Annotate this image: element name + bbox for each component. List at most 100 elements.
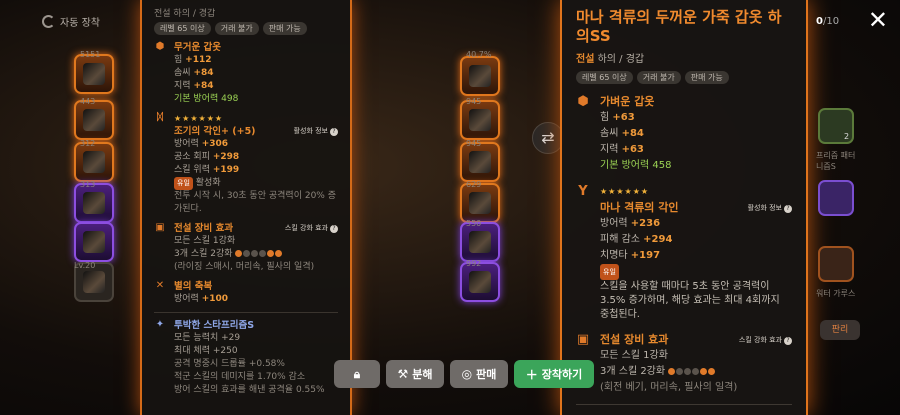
item-icon xyxy=(469,192,491,214)
stat-value: +236 xyxy=(630,218,661,229)
set-effect-icon: ▣ xyxy=(155,222,165,233)
engrave-title: 조기의 각인+ (+5) xyxy=(174,126,256,137)
stat-value: +63 xyxy=(621,144,644,155)
extra-line: 최대 체력 +250 xyxy=(174,346,238,356)
side-slot-label: 프리즘 패터니즘S xyxy=(816,151,856,171)
tag-row: 레벨 65 이상 거래 불가 판매 가능 xyxy=(576,71,792,84)
side-slot[interactable] xyxy=(818,246,854,282)
lock-button[interactable]: 🔒︎ xyxy=(334,360,380,388)
equip-slot[interactable] xyxy=(74,142,114,182)
help-icon: ? xyxy=(330,128,338,136)
stat-name: 방어력 xyxy=(174,294,199,304)
equip-button[interactable]: ＋ 장착하기 xyxy=(514,360,594,388)
slot-count: 992 xyxy=(466,259,482,268)
equipped-item-panel[interactable]: 전설 하의 / 경갑 레벨 65 이상 거래 불가 판매 가능 ⬢ 무거운 갑옷… xyxy=(140,0,352,415)
extra-line: 모든 능력치 +29 xyxy=(174,333,241,343)
item-icon xyxy=(83,231,105,253)
dismantle-button[interactable]: ⚒ 분해 xyxy=(386,360,444,388)
stat-name: 피해 감소 xyxy=(600,234,640,245)
activation-info-link[interactable]: 활성화 정보? xyxy=(748,200,792,216)
base-defense-value: 498 xyxy=(221,94,239,104)
armor-icon: ⬢ xyxy=(577,94,589,109)
armor-icon: ⬢ xyxy=(155,41,165,52)
grade-prefix: 전설 xyxy=(576,54,595,65)
help-icon: ? xyxy=(330,225,338,233)
engrave-stars: ★★★★★★ xyxy=(174,114,224,123)
inventory-slot[interactable] xyxy=(460,183,500,223)
unique-badge: 유일 xyxy=(600,264,619,280)
grade-line: 전설 하의 / 경갑 xyxy=(576,50,792,65)
enhance-dots xyxy=(668,366,716,377)
inventory-slot[interactable] xyxy=(460,222,500,262)
skill-boost-info-link[interactable]: 스킬 강화 효과? xyxy=(285,222,338,235)
skill-boost-info-link[interactable]: 스킬 강화 효과? xyxy=(739,332,792,348)
equip-slot[interactable] xyxy=(74,222,114,262)
tag-row: 레벨 65 이상 거래 불가 판매 가능 xyxy=(154,22,338,35)
stat-name: 방어력 xyxy=(174,139,199,149)
set-line-2: 3개 스킬 2강화 xyxy=(600,366,666,377)
divider xyxy=(154,312,338,313)
coin-icon: ◎ xyxy=(461,367,473,381)
inventory-slot[interactable] xyxy=(460,100,500,140)
engrave-title: 마나 격류의 각인 xyxy=(600,201,679,214)
slot-count: 945 xyxy=(466,97,482,106)
tag-level: 레벨 65 이상 xyxy=(576,71,633,84)
tag-level: 레벨 65 이상 xyxy=(154,22,211,35)
item-icon xyxy=(469,65,491,87)
side-slot-count: 2 xyxy=(844,132,850,141)
extra-line: 공격 명중시 드롭률 +0.58% xyxy=(174,359,285,369)
activation-info-link[interactable]: 활성화 정보? xyxy=(294,125,338,138)
equip-slot[interactable] xyxy=(74,183,114,223)
stat-name: 스킬 위력 xyxy=(174,165,210,175)
extra-line: 적군 스킬의 데미지를 1.70% 감소 xyxy=(174,372,306,382)
inventory-count: 0/10 xyxy=(816,16,839,27)
stat-value: +298 xyxy=(212,152,240,162)
slot-count: 40.7% xyxy=(466,50,492,59)
stat-value: +100 xyxy=(201,294,229,304)
sell-button[interactable]: ◎ 판매 xyxy=(450,360,508,388)
item-icon xyxy=(469,109,491,131)
inventory-count-current: 0 xyxy=(816,16,823,27)
auto-equip-label: 자동 장착 xyxy=(60,18,100,29)
stat-value: +306 xyxy=(201,139,229,149)
side-slot[interactable] xyxy=(818,180,854,216)
auto-equip-toggle[interactable]: 자동 장착 xyxy=(42,14,100,29)
skill-boost-info-label: 스킬 강화 효과 xyxy=(284,224,328,232)
set-effect-title: 전설 장비 효과 xyxy=(174,223,234,234)
slot-count: 313 xyxy=(80,180,96,189)
selected-item-panel[interactable]: 마나 격류의 두꺼운 가죽 갑옷 하의SS 전설 하의 / 경갑 레벨 65 이… xyxy=(560,0,808,415)
set-line-2: 3개 스킬 2강화 xyxy=(174,249,233,259)
blessing-title: 별의 축복 xyxy=(174,281,213,292)
engrave-section: Y ★★★★★★ 마나 격류의 각인 활성화 정보? 방어력 +236 피해 감… xyxy=(576,184,792,322)
armor-title: 가벼운 갑옷 xyxy=(600,95,655,108)
item-icon xyxy=(83,151,105,173)
set-line-1: 모든 스킬 1강화 xyxy=(600,350,668,361)
set-effect-section: ▣ 전설 장비 효과 스킬 강화 효과? 모든 스킬 1강화 3개 스킬 2강화… xyxy=(154,222,338,274)
engrave-icon: ᛞ xyxy=(157,112,163,123)
stat-value: +112 xyxy=(185,55,212,65)
inventory-slot[interactable] xyxy=(460,262,500,302)
dismantle-label: 분해 xyxy=(412,368,433,381)
plus-icon: ＋ xyxy=(525,367,538,382)
side-sell-button[interactable]: 판리 xyxy=(820,320,860,340)
refresh-icon xyxy=(42,15,55,28)
set-effect-section: ▣ 전설 장비 효과 스킬 강화 효과? 모든 스킬 1강화 3개 스킬 2강화… xyxy=(576,332,792,396)
set-effect-title: 전설 장비 효과 xyxy=(600,333,669,346)
stat-value: +84 xyxy=(193,81,214,91)
close-button[interactable]: ✕ xyxy=(868,8,888,32)
stat-name: 솜씨 xyxy=(174,68,191,78)
inventory-slot[interactable] xyxy=(460,142,500,182)
prism-icon: ✦ xyxy=(155,319,165,330)
slot-count: 945 xyxy=(466,139,482,148)
stat-name: 지력 xyxy=(174,81,191,91)
stat-value: +84 xyxy=(621,128,644,139)
set-line-1: 모든 스킬 1강화 xyxy=(174,236,236,246)
inventory-slot[interactable] xyxy=(460,56,500,96)
equip-label: 장착하기 xyxy=(541,368,583,381)
equip-slot[interactable] xyxy=(74,100,114,140)
stat-value: +84 xyxy=(193,68,214,78)
tag-sell: 판매 가능 xyxy=(684,71,729,84)
item-icon xyxy=(469,271,491,293)
equip-slot[interactable] xyxy=(74,54,114,94)
engrave-stars: ★★★★★★ xyxy=(600,187,650,196)
